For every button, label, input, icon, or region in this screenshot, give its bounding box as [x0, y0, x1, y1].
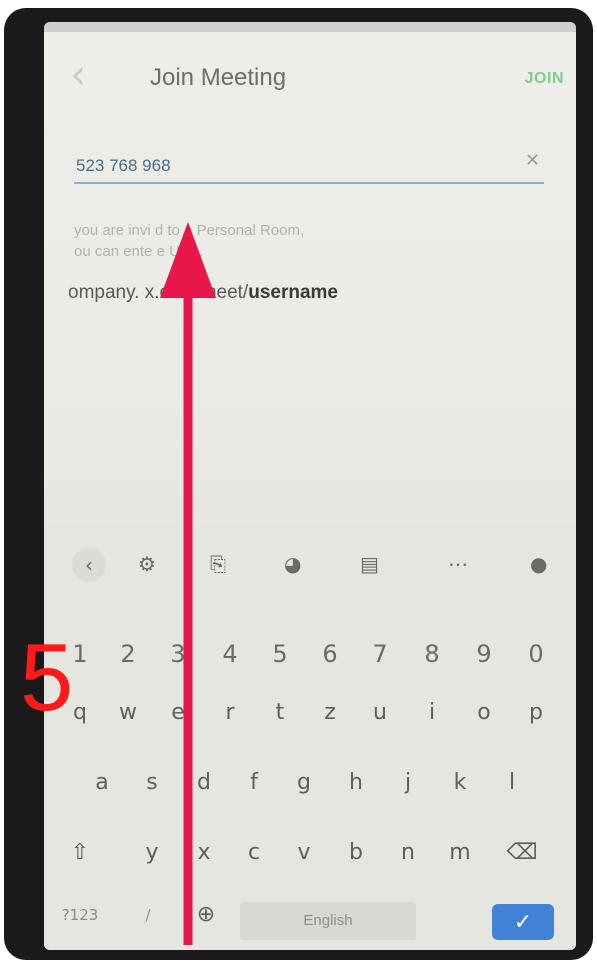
meeting-number-input[interactable]: 523 768 968 ✕ — [74, 142, 544, 184]
key-6[interactable]: 6 — [308, 640, 352, 668]
key-z[interactable]: z — [308, 700, 352, 725]
step-number-annotation: 5 — [20, 624, 74, 731]
key-9[interactable]: 9 — [462, 640, 506, 668]
app-bar: ‹ Join Meeting JOIN — [44, 44, 576, 104]
personal-room-hint: you are invi d to a Personal Room, ou ca… — [74, 220, 454, 262]
key-d[interactable]: d — [182, 770, 226, 795]
enter-key[interactable]: ✓ — [492, 904, 554, 940]
hint-line-1: you are invi d to a Personal Room, — [74, 222, 305, 239]
key-i[interactable]: i — [410, 700, 454, 725]
status-bar — [44, 22, 576, 32]
symbols-key[interactable]: ?123 — [58, 906, 102, 924]
phone-screen: ‹ Join Meeting JOIN 523 768 968 ✕ you ar… — [44, 22, 576, 950]
page-title: Join Meeting — [150, 64, 287, 91]
key-o[interactable]: o — [462, 700, 506, 725]
key-m[interactable]: m — [438, 840, 482, 865]
letter-row-1: q w e r t z u i o p — [44, 686, 576, 746]
hint-line-2: ou can ente e URL. — [74, 243, 204, 260]
close-icon[interactable]: ✕ — [525, 150, 540, 171]
key-0[interactable]: 0 — [514, 640, 558, 668]
key-k[interactable]: k — [438, 770, 482, 795]
key-l[interactable]: l — [490, 770, 534, 795]
key-n[interactable]: n — [386, 840, 430, 865]
letter-row-2: a s d f g h j k l — [44, 756, 576, 816]
number-row: 1 2 3 4 5 6 7 8 9 0 — [44, 626, 576, 686]
key-f[interactable]: f — [232, 770, 276, 795]
keyboard-toolbar: ‹ ⚙ ⎘ ◕ ▤ ⋯ ● — [44, 534, 576, 594]
key-w[interactable]: w — [106, 700, 150, 725]
key-a[interactable]: a — [80, 770, 124, 795]
translate-icon[interactable]: ⎘ — [210, 552, 226, 576]
key-j[interactable]: j — [386, 770, 430, 795]
key-e[interactable]: e — [156, 700, 200, 725]
key-p[interactable]: p — [514, 700, 558, 725]
letter-row-3: ⇧ y x c v b n m ⌫ — [44, 826, 576, 886]
key-h[interactable]: h — [334, 770, 378, 795]
gear-icon[interactable]: ⚙ — [138, 552, 156, 576]
personal-room-url-example: ompany. x.com/meet/username — [68, 282, 338, 304]
key-4[interactable]: 4 — [208, 640, 252, 668]
key-s[interactable]: s — [130, 770, 174, 795]
key-2[interactable]: 2 — [106, 640, 150, 668]
key-5[interactable]: 5 — [258, 640, 302, 668]
phone-frame: ‹ Join Meeting JOIN 523 768 968 ✕ you ar… — [4, 8, 593, 960]
key-r[interactable]: r — [208, 700, 252, 725]
globe-icon[interactable]: ⊕ — [184, 902, 228, 927]
key-c[interactable]: c — [232, 840, 276, 865]
bottom-row: ?123 / ⊕ English ✓ — [44, 880, 576, 940]
back-button[interactable]: ‹ — [70, 55, 94, 95]
slash-key[interactable]: / — [126, 906, 170, 924]
palette-icon[interactable]: ◕ — [284, 552, 301, 576]
key-t[interactable]: t — [258, 700, 302, 725]
key-v[interactable]: v — [282, 840, 326, 865]
chevron-left-icon[interactable]: ‹ — [72, 548, 106, 582]
backspace-key[interactable]: ⌫ — [500, 840, 544, 865]
key-g[interactable]: g — [282, 770, 326, 795]
key-3[interactable]: 3 — [156, 640, 200, 668]
key-u[interactable]: u — [358, 700, 402, 725]
key-b[interactable]: b — [334, 840, 378, 865]
space-bar[interactable]: English — [240, 902, 416, 940]
meeting-number-value: 523 768 968 — [76, 156, 171, 175]
more-icon[interactable]: ⋯ — [448, 552, 468, 576]
shift-key[interactable]: ⇧ — [58, 840, 102, 865]
soft-keyboard: ‹ ⚙ ⎘ ◕ ▤ ⋯ ● 1 2 3 4 5 6 7 8 9 0 q w e … — [44, 534, 576, 950]
key-8[interactable]: 8 — [410, 640, 454, 668]
key-7[interactable]: 7 — [358, 640, 402, 668]
join-button[interactable]: JOIN — [525, 70, 564, 88]
mic-icon[interactable]: ● — [530, 552, 547, 576]
clipboard-icon[interactable]: ▤ — [360, 552, 379, 576]
url-prefix: ompany. x.com/meet/ — [68, 282, 249, 303]
url-username: username — [248, 282, 338, 303]
key-y[interactable]: y — [130, 840, 174, 865]
key-x[interactable]: x — [182, 840, 226, 865]
